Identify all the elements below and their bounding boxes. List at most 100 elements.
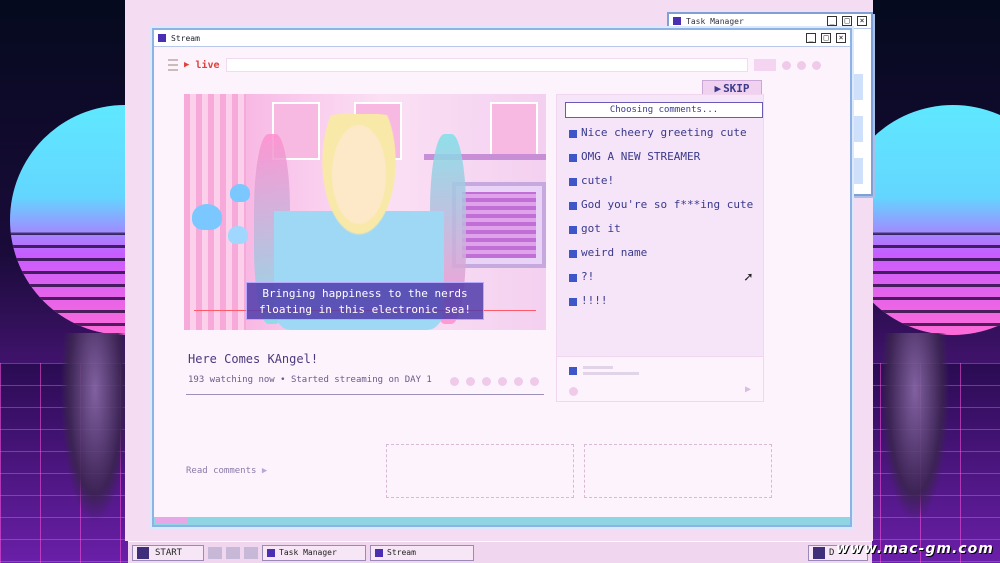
taskbar-item-stream[interactable]: Stream	[370, 544, 474, 561]
comment-item[interactable]: got it	[569, 223, 755, 235]
read-comments-link[interactable]: Read comments ▶	[186, 466, 267, 476]
stream-video: Bringing happiness to the nerds floating…	[184, 94, 546, 330]
subtitle-line: Bringing happiness to the nerds	[262, 287, 468, 300]
chat-icon[interactable]	[226, 546, 240, 559]
comment-input-area[interactable]: ▶	[557, 356, 763, 401]
start-icon	[137, 546, 149, 559]
status-dot	[811, 60, 821, 70]
comment-item[interactable]: weird name	[569, 247, 755, 259]
heart-balloon-icon	[192, 204, 222, 230]
play-icon: ▶	[184, 60, 190, 70]
comment-bullet-icon	[569, 178, 577, 186]
start-label: START	[155, 547, 183, 558]
reaction-dot[interactable]	[466, 377, 475, 386]
stream-meta: 193 watching now • Started streaming on …	[188, 375, 432, 385]
comment-bullet-icon	[569, 226, 577, 234]
empty-slot	[584, 444, 772, 498]
watermark: www.mac-gm.com	[836, 541, 994, 557]
comment-bullet-icon	[569, 130, 577, 138]
maximize-icon[interactable]: □	[842, 16, 852, 26]
address-go-button[interactable]	[753, 59, 776, 71]
monitor-icon[interactable]	[244, 546, 258, 559]
user-icon	[569, 367, 577, 375]
task-manager-titlebar[interactable]: Task Manager _ □ ×	[669, 14, 871, 29]
play-icon: ▶	[261, 466, 268, 476]
reaction-dot[interactable]	[514, 377, 523, 386]
comment-item[interactable]: Nice cheery greeting cute	[569, 127, 755, 139]
tray-icon	[813, 546, 825, 559]
comment-item[interactable]: OMG A NEW STREAMER	[569, 151, 755, 163]
comment-item[interactable]: !!!!	[569, 295, 755, 307]
stream-title: Here Comes KAngel!	[188, 352, 319, 366]
comment-bullet-icon	[569, 298, 577, 306]
heart-balloon-icon	[230, 184, 250, 202]
read-comments-label: Read comments	[186, 466, 257, 476]
comment-bullet-icon	[569, 274, 577, 282]
comment-text: God you're so f***ing cute	[581, 198, 754, 211]
start-button[interactable]: START	[132, 544, 204, 561]
close-icon[interactable]: ×	[836, 33, 846, 43]
empty-slot	[386, 444, 574, 498]
emoji-icon[interactable]	[569, 387, 578, 396]
comment-bullet-icon	[569, 154, 577, 162]
placeholder-line	[583, 372, 639, 375]
app-icon	[267, 548, 275, 557]
comment-text: cute!	[581, 174, 615, 187]
crt-monitor	[452, 182, 546, 268]
comment-item[interactable]: cute!	[569, 175, 755, 187]
comment-item[interactable]: ?!	[569, 271, 755, 283]
reaction-dot[interactable]	[482, 377, 491, 386]
comment-text: OMG A NEW STREAMER	[581, 150, 701, 163]
status-dot	[781, 60, 791, 70]
subtitle-line: floating in this electronic sea!	[259, 303, 471, 316]
reaction-dots	[450, 377, 539, 386]
task-manager-title: Task Manager	[686, 16, 744, 26]
microphone-right	[880, 333, 950, 523]
live-label: live	[195, 59, 220, 71]
comments-panel: Choosing comments... Nice cheery greetin…	[556, 94, 764, 402]
bird-icon[interactable]	[208, 546, 222, 559]
reaction-dot[interactable]	[530, 377, 539, 386]
address-bar[interactable]	[225, 58, 748, 72]
heart-balloon-icon	[228, 226, 248, 244]
app-icon	[673, 17, 681, 25]
mouse-cursor-icon: ➚	[744, 270, 753, 286]
reaction-dot[interactable]	[498, 377, 507, 386]
placeholder-line	[583, 366, 613, 369]
microphone-left	[60, 333, 130, 523]
stream-toolbar: ▶ live	[168, 56, 836, 74]
comments-header: Choosing comments...	[565, 102, 763, 118]
window-bottom-bar	[154, 517, 850, 525]
close-icon[interactable]: ×	[857, 16, 867, 26]
app-icon	[158, 34, 166, 42]
subtitle-box: Bringing happiness to the nerds floating…	[246, 282, 484, 320]
taskbar-item-task-manager[interactable]: Task Manager	[262, 544, 366, 561]
stream-window[interactable]: Stream _ □ × ▶ live ▶ SKIP Bringing happ…	[152, 28, 852, 527]
comment-text: !!!!	[581, 294, 608, 307]
comment-bullet-icon	[569, 250, 577, 258]
comment-list: Nice cheery greeting cute OMG A NEW STRE…	[569, 127, 755, 319]
comment-text: ?!	[581, 270, 595, 283]
comment-bullet-icon	[569, 202, 577, 210]
wall-poster	[490, 102, 538, 160]
taskbar: START Task Manager Stream D	[128, 541, 872, 563]
status-dot	[796, 60, 806, 70]
stream-window-title: Stream	[171, 33, 200, 43]
comment-text: Nice cheery greeting cute	[581, 126, 747, 139]
divider	[186, 394, 544, 395]
taskbar-item-label: Task Manager	[279, 548, 337, 557]
send-icon[interactable]: ▶	[745, 384, 751, 395]
minimize-icon[interactable]: _	[806, 33, 816, 43]
minimize-icon[interactable]: _	[827, 16, 837, 26]
maximize-icon[interactable]: □	[821, 33, 831, 43]
tray-text: D	[829, 547, 835, 558]
menu-icon[interactable]	[168, 59, 178, 71]
stream-titlebar[interactable]: Stream _ □ ×	[154, 30, 850, 47]
comment-item[interactable]: God you're so f***ing cute	[569, 199, 755, 211]
reaction-dot[interactable]	[450, 377, 459, 386]
resize-handle[interactable]	[156, 518, 188, 524]
comment-text: weird name	[581, 246, 648, 259]
comment-text: got it	[581, 222, 621, 235]
taskbar-item-label: Stream	[387, 548, 416, 557]
app-icon	[375, 548, 383, 557]
